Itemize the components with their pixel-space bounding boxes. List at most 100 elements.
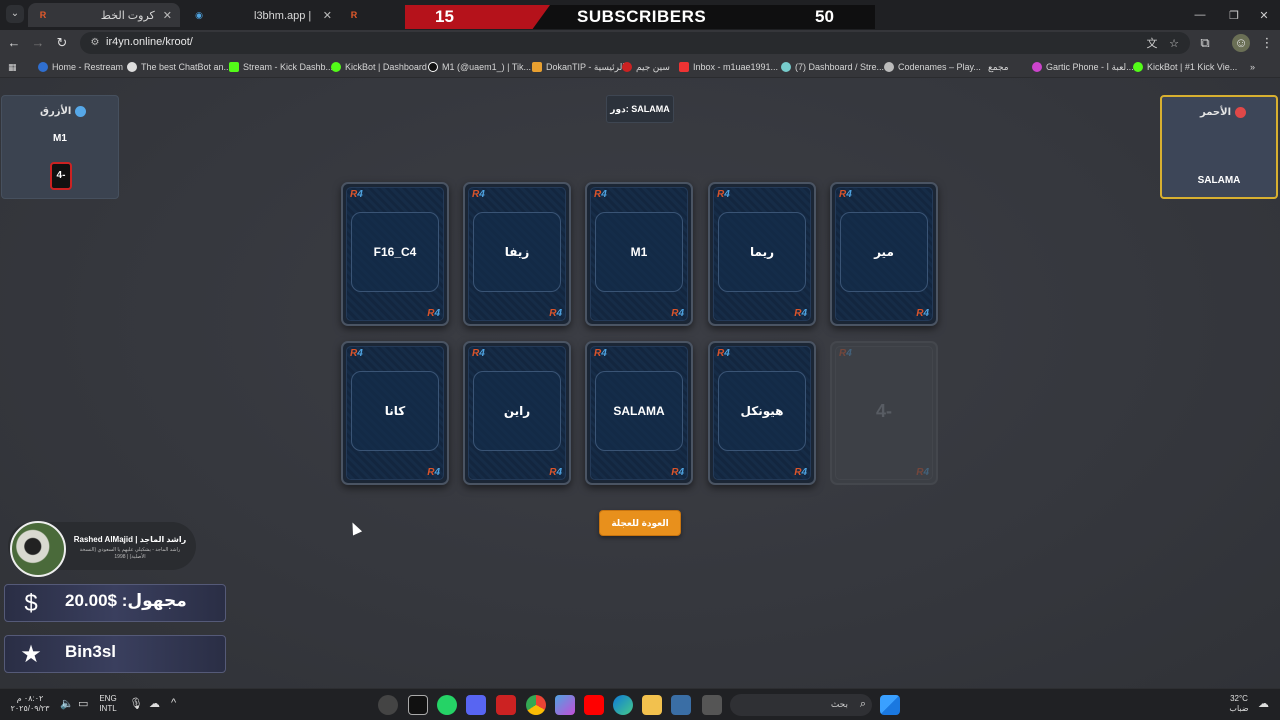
close-tab-icon[interactable]: ✕ [323,9,332,22]
bookmark-item[interactable]: Inbox - m1uae1991... [679,60,778,74]
taskbar-app-icon[interactable] [378,695,398,715]
card-logo-icon: R4 [549,467,562,478]
taskbar-app-icon[interactable] [702,695,722,715]
red-team-header: الأحمر [1200,107,1247,118]
tab-2[interactable]: ◉ [184,3,244,27]
copilot-icon[interactable] [555,695,575,715]
word-card[interactable]: R4 هيونكل R4 [708,341,816,485]
start-windows-icon[interactable] [880,695,900,715]
word-card[interactable]: R4 M1 R4 [585,182,693,326]
back-arrow-icon[interactable]: ← [5,34,23,52]
bookmark-star-icon[interactable]: ☆ [1166,36,1182,52]
card-word: كانا [384,404,406,418]
bookmark-label: KickBot | #1 Kick Vie... [1147,62,1238,72]
address-toolbar: ← → ↻ ⚙ ir4yn.online/kroot/ 文 ☆ ⧉ ☺ ⋮ [0,30,1280,56]
taskbar-clock[interactable]: ٠٨:٠٢ م ٢٠٢٥/٠٩/٢٣ [8,694,52,714]
bookmark-item[interactable]: Gartic Phone - لعبة ا... [1032,60,1134,74]
bookmark-label: KickBot | Dashboard [345,62,427,72]
card-logo-icon: R4 [594,189,607,200]
card-logo-icon: R4 [472,348,485,359]
donation-text: مجهول: $20.00 [65,591,187,610]
bookmark-item[interactable]: سين جيم [622,60,670,74]
microphone-icon[interactable]: 🎙 [129,697,143,710]
card-logo-icon: R4 [350,348,363,359]
weather-temp: 32°C [1230,694,1248,703]
translate-icon[interactable]: 文 [1144,36,1160,52]
donation-alert: $ مجهول: $20.00 [4,584,226,622]
reload-icon[interactable]: ↻ [53,34,71,52]
close-tab-icon[interactable]: ✕ [163,9,172,22]
word-card[interactable]: R4 F16_C4 R4 [341,182,449,326]
more-bookmarks-icon[interactable]: » [1250,60,1255,74]
word-card[interactable]: R4 ريما R4 [708,182,816,326]
profile-avatar-icon[interactable]: ☺ [1232,34,1250,52]
taskbar-search[interactable]: بحث ⌕ [730,694,872,716]
youtube-icon[interactable] [584,695,604,715]
bookmark-label: سين جيم [636,61,670,72]
word-card[interactable]: R4 مير R4 [830,182,938,326]
extensions-icon[interactable]: ⧉ [1196,34,1214,52]
card-logo-icon: R4 [839,348,852,359]
chrome-icon[interactable] [526,695,546,715]
edge-icon[interactable] [613,695,633,715]
card-logo-icon: R4 [671,308,684,319]
card-logo-icon: R4 [472,189,485,200]
tab-4[interactable]: R [342,3,372,27]
bookmark-label: The best ChatBot an... [141,62,232,72]
subscriber-goal: 50 [815,7,834,26]
windows-taskbar: ٠٨:٠٢ م ٢٠٢٥/٠٩/٢٣ 🔈 ▭ ENG INTL 🎙 ☁ ^ بح… [0,688,1280,720]
turn-indicator: دور: SALAMA [606,95,674,123]
language-indicator[interactable]: ENG INTL [96,694,120,714]
bookmark-item[interactable]: Home - Restream [38,60,123,74]
star-icon: ★ [20,641,42,668]
red-team-dot-icon [1235,107,1247,118]
bookmark-item[interactable]: (7) Dashboard / Stre... [781,60,884,74]
bookmark-label: M1 (@uaem1_) | Tik... [442,62,531,72]
blue-team-score: 4- [50,162,72,190]
whatsapp-icon[interactable] [437,695,457,715]
card-word: M1 [630,245,648,259]
tab-3[interactable]: l3bhm.app | لعبهم ✕ [246,3,340,27]
close-window-icon[interactable]: ✕ [1246,0,1280,30]
apps-grid-icon[interactable]: ▦ [8,60,17,74]
tab-active[interactable]: R كروت الخط ✕ [28,3,180,27]
bookmark-label: Gartic Phone - لعبة ا... [1046,61,1134,72]
word-card[interactable]: R4 راين R4 [463,341,571,485]
card-logo-icon: R4 [671,467,684,478]
site-info-icon[interactable]: ⚙ [88,36,102,50]
card-word: SALAMA [613,404,665,418]
taskbar-app-icon[interactable] [408,695,428,715]
weather-desc: ضباب [1229,704,1249,713]
back-to-wheel-button[interactable]: العودة للعجلة [599,510,681,536]
discord-icon[interactable] [466,695,486,715]
minimize-icon[interactable]: — [1182,0,1218,30]
tab-search-icon[interactable]: ⌄ [6,5,24,23]
word-card[interactable]: R4 SALAMA R4 [585,341,693,485]
menu-kebab-icon[interactable]: ⋮ [1258,34,1276,52]
word-card[interactable]: R4 كانا R4 [341,341,449,485]
site-favicon-icon: R [350,10,358,20]
bookmark-item[interactable]: KickBot | #1 Kick Vie... [1133,60,1237,74]
bookmark-item[interactable]: M1 (@uaem1_) | Tik... [428,60,531,74]
bookmark-item[interactable]: KickBot | Dashboard [331,60,427,74]
word-card[interactable]: R4 زيفا R4 [463,182,571,326]
bookmark-item[interactable]: مجمع [988,60,1009,74]
mouse-cursor-icon [347,520,363,536]
bookmark-item[interactable]: The best ChatBot an... [127,60,231,74]
weather-widget[interactable]: 32°C ضباب [1222,694,1256,714]
volume-icon[interactable]: 🔈 [60,697,74,710]
network-icon[interactable]: ▭ [78,697,88,710]
cloud-icon[interactable]: ☁ [149,697,160,710]
card-word: هيونكل [740,404,784,418]
blue-team-dot-icon [75,106,87,117]
taskbar-app-icon[interactable] [496,695,516,715]
file-explorer-icon[interactable] [642,695,662,715]
bookmark-item[interactable]: DokanTIP - الرئيسية [532,60,625,74]
show-hidden-icons-icon[interactable]: ^ [171,697,176,709]
forward-arrow-icon[interactable]: → [29,34,47,52]
bookmark-item[interactable]: Codenames – Play... [884,60,981,74]
url-bar[interactable]: ⚙ ir4yn.online/kroot/ 文 ☆ [80,32,1190,54]
bookmark-item[interactable]: Stream - Kick Dashb... [229,60,333,74]
store-icon[interactable] [671,695,691,715]
blue-team-header: الأزرق [40,106,87,117]
